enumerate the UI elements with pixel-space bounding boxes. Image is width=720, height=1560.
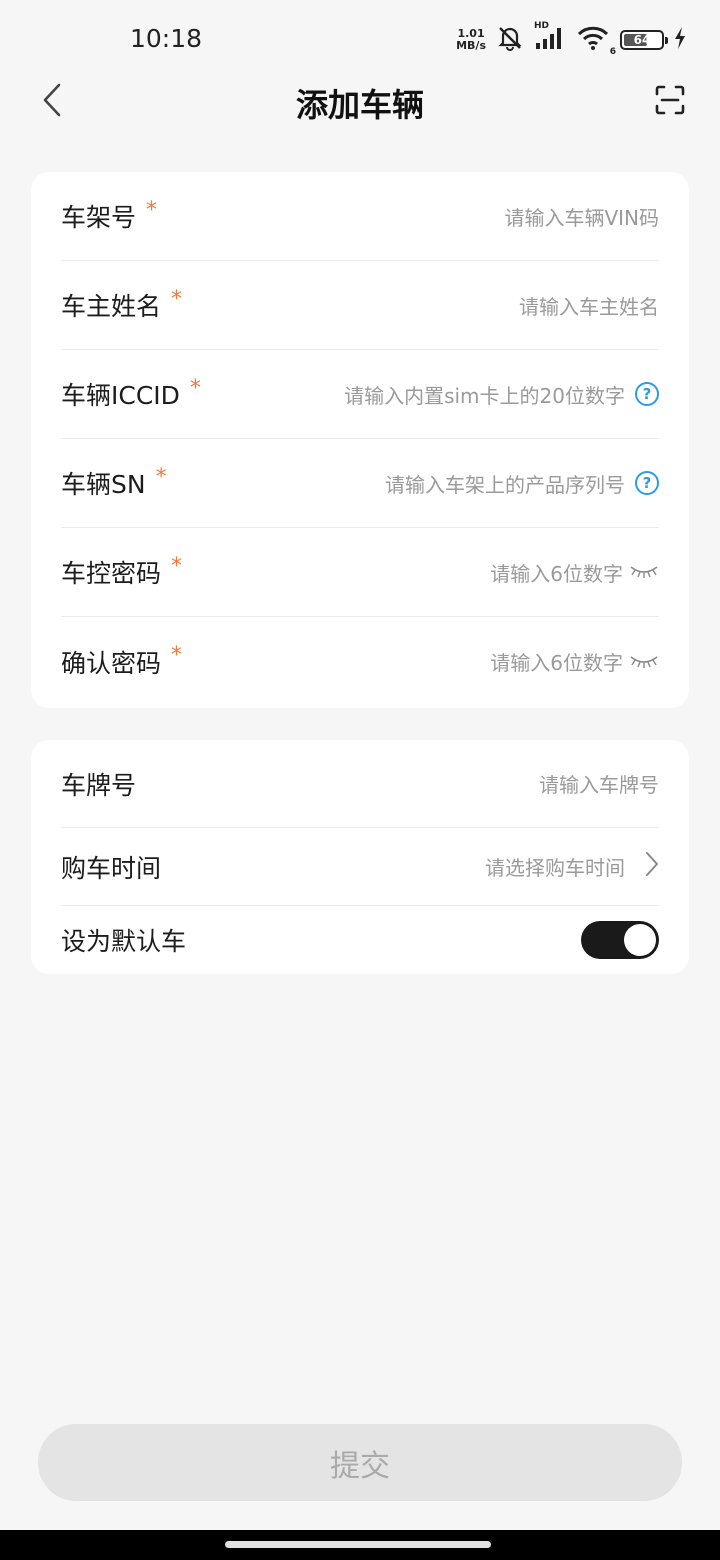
network-speed: 1.01 MB/s — [456, 27, 486, 52]
submit-button[interactable]: 提交 — [38, 1424, 682, 1501]
confirm-password-input[interactable]: 请输入6位数字 — [490, 647, 659, 676]
required-mark: * — [155, 464, 167, 490]
plate-row[interactable]: 车牌号 请输入车牌号 — [61, 740, 659, 828]
owner-name-row[interactable]: 车主姓名 * 请输入车主姓名 — [61, 261, 659, 350]
vin-label: 车架号 — [61, 203, 137, 232]
help-icon[interactable]: ? — [635, 382, 659, 406]
optional-info-card: 车牌号 请输入车牌号 购车时间 请选择购车时间 设为默认车 — [31, 740, 689, 974]
system-nav-bar — [0, 1530, 720, 1560]
default-car-toggle[interactable] — [581, 921, 659, 959]
required-mark: * — [146, 197, 158, 223]
charging-icon — [674, 27, 686, 53]
iccid-label: 车辆ICCID — [61, 381, 180, 410]
bell-muted-icon — [496, 24, 524, 56]
confirm-password-label: 确认密码 — [61, 648, 162, 678]
toggle-knob — [624, 924, 656, 956]
required-mark: * — [171, 643, 183, 668]
purchase-time-select[interactable]: 请选择购车时间 — [485, 851, 659, 882]
chevron-right-icon — [645, 851, 659, 882]
sn-input[interactable]: 请输入车架上的产品序列号 ? — [385, 469, 659, 498]
owner-name-label: 车主姓名 — [61, 292, 162, 321]
vin-row[interactable]: 车架号 * 请输入车辆VIN码 — [61, 172, 659, 261]
sn-label: 车辆SN — [61, 470, 146, 499]
eye-closed-icon[interactable] — [629, 650, 659, 674]
required-mark: * — [171, 553, 183, 579]
iccid-input[interactable]: 请输入内置sim卡上的20位数字 ? — [344, 380, 659, 409]
control-password-input[interactable]: 请输入6位数字 — [490, 558, 659, 587]
control-password-label: 车控密码 — [61, 559, 162, 588]
eye-closed-icon[interactable] — [629, 560, 659, 584]
vin-input[interactable]: 请输入车辆VIN码 — [504, 202, 659, 231]
status-time: 10:18 — [130, 24, 203, 53]
page-title: 添加车辆 — [295, 86, 424, 124]
required-mark: * — [189, 375, 201, 401]
confirm-password-row[interactable]: 确认密码 * 请输入6位数字 — [61, 617, 659, 706]
status-icons: 1.01 MB/s HD 6 64 — [456, 21, 686, 57]
help-icon[interactable]: ? — [635, 471, 659, 495]
scan-button[interactable] — [650, 82, 690, 122]
required-mark: * — [171, 286, 183, 312]
battery-icon: 64 — [620, 30, 668, 50]
iccid-row[interactable]: 车辆ICCID * 请输入内置sim卡上的20位数字 ? — [61, 350, 659, 439]
purchase-time-label: 购车时间 — [61, 853, 162, 883]
sn-row[interactable]: 车辆SN * 请输入车架上的产品序列号 ? — [61, 439, 659, 528]
default-car-row: 设为默认车 — [61, 906, 659, 974]
wifi-icon: 6 — [576, 25, 616, 57]
scan-icon — [654, 84, 686, 120]
owner-name-input[interactable]: 请输入车主姓名 — [519, 291, 659, 320]
required-info-card: 车架号 * 请输入车辆VIN码 车主姓名 * 请输入车主姓名 车辆ICCID *… — [31, 172, 689, 708]
status-bar: 10:18 1.01 MB/s HD 6 64 — [0, 0, 720, 80]
cell-signal-icon: HD — [534, 21, 566, 55]
default-car-label: 设为默认车 — [61, 927, 187, 956]
control-password-row[interactable]: 车控密码 * 请输入6位数字 — [61, 528, 659, 617]
plate-label: 车牌号 — [61, 770, 137, 800]
purchase-time-row[interactable]: 购车时间 请选择购车时间 — [61, 828, 659, 906]
plate-input[interactable]: 请输入车牌号 — [539, 769, 659, 798]
home-indicator[interactable] — [225, 1541, 491, 1548]
nav-bar: 添加车辆 — [0, 70, 720, 134]
